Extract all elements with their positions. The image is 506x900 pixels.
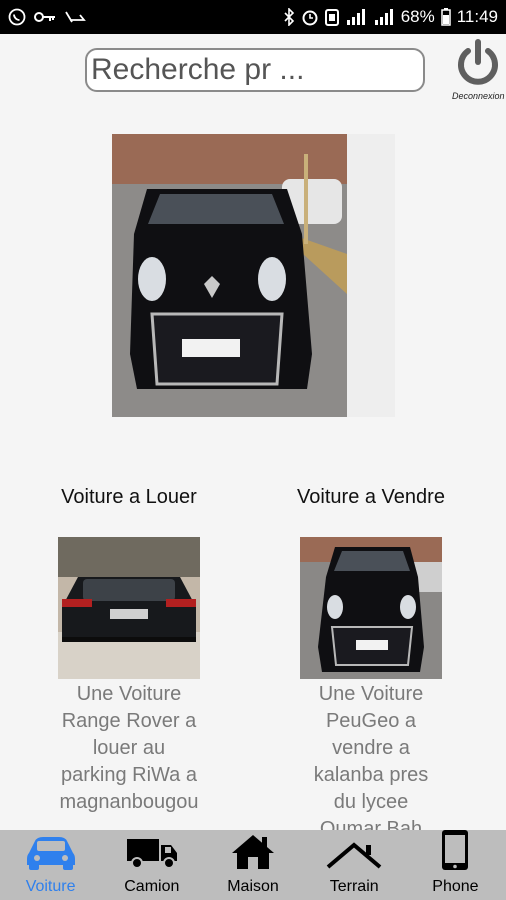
tab-terrain[interactable]: Terrain: [304, 830, 405, 900]
tab-camion-label: Camion: [124, 878, 180, 895]
rent-car-image[interactable]: [58, 537, 200, 679]
tab-phone[interactable]: Phone: [405, 830, 506, 900]
tab-maison-label: Maison: [227, 878, 279, 895]
signal-icon-2: [373, 9, 395, 25]
sale-description: Une Voiture PeuGeo a vendre a kalanba pr…: [313, 683, 429, 840]
top-bar: Deconnexion: [0, 34, 506, 104]
bluetooth-icon: [283, 8, 295, 26]
whatsapp-icon: [8, 8, 26, 26]
mute-notification-icon: [64, 10, 86, 24]
sale-column: Voiture a Vendre Une Voiture PeuGeo a ve…: [256, 486, 486, 843]
signal-icon: [345, 9, 367, 25]
logout-label: Deconnexion: [452, 91, 505, 101]
alarm-icon: [301, 8, 319, 26]
tab-voiture[interactable]: Voiture: [0, 830, 101, 900]
tab-phone-label: Phone: [432, 878, 479, 895]
logout-button[interactable]: Deconnexion: [452, 38, 505, 104]
bottom-nav: Voiture Camion Maison Terrain Phone: [0, 830, 506, 900]
battery-icon: [440, 8, 451, 26]
truck-icon: [125, 835, 179, 876]
battery-percent: 68%: [400, 7, 435, 26]
sale-section-title: Voiture a Vendre: [297, 486, 445, 508]
roof-icon: [326, 841, 382, 876]
status-bar: 68% 11:49: [0, 0, 506, 34]
phone-icon: [440, 829, 470, 876]
tab-camion[interactable]: Camion: [101, 830, 202, 900]
house-icon: [230, 833, 276, 876]
sale-car-image[interactable]: [300, 537, 442, 679]
key-icon: [34, 10, 56, 24]
search-input[interactable]: [87, 50, 423, 90]
power-icon: [453, 39, 503, 92]
tab-voiture-label: Voiture: [25, 878, 76, 895]
rent-section-title: Voiture a Louer: [61, 486, 197, 508]
rent-description: Une Voiture Range Rover a louer au parki…: [59, 683, 199, 813]
car-icon: [25, 833, 77, 876]
tab-terrain-label: Terrain: [329, 878, 379, 895]
data-saver-icon: [324, 8, 339, 26]
search-box[interactable]: [85, 48, 425, 92]
featured-car-image[interactable]: [112, 134, 395, 417]
rent-column: Voiture a Louer Une Voiture Range Rover …: [14, 486, 244, 816]
clock: 11:49: [456, 7, 498, 26]
tab-maison[interactable]: Maison: [202, 830, 303, 900]
